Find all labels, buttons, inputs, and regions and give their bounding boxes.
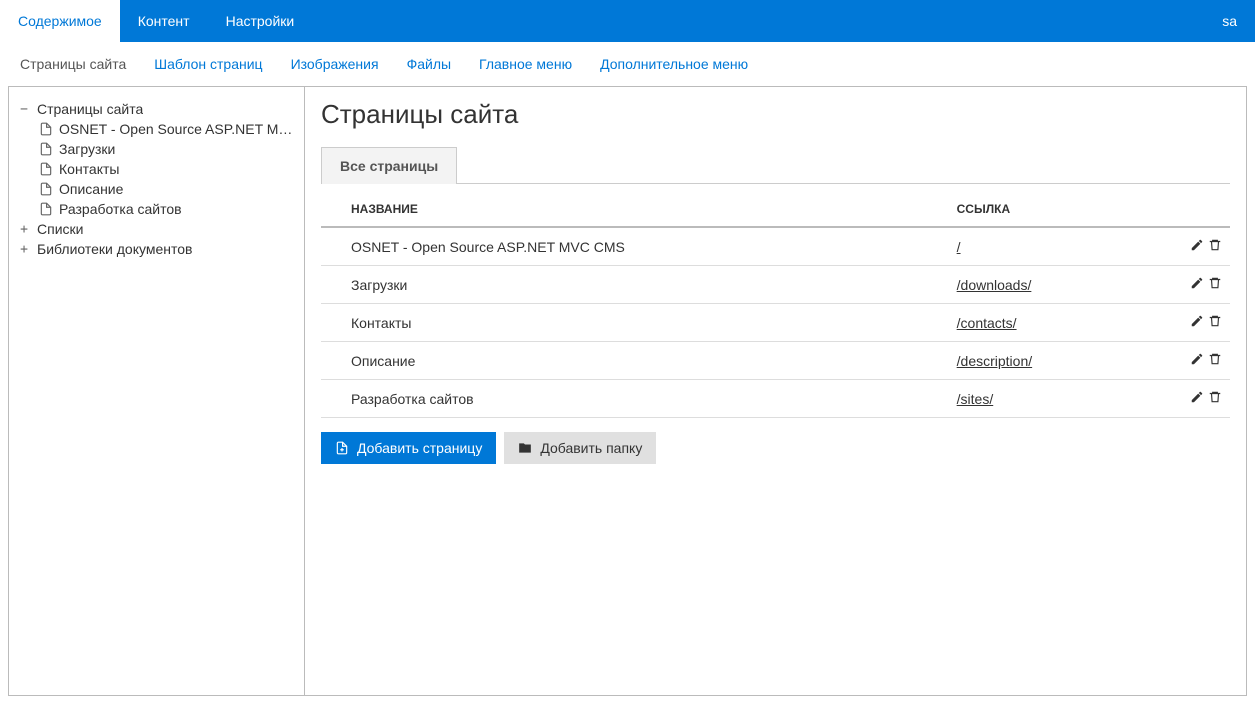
collapse-icon[interactable]: − — [17, 102, 31, 117]
topnav-tab-label: Контент — [138, 13, 190, 29]
sub-navbar: Страницы сайта Шаблон страниц Изображени… — [0, 42, 1255, 86]
table-row: Разработка сайтов/sites/ — [321, 380, 1230, 418]
delete-icon[interactable] — [1208, 238, 1222, 252]
edit-icon[interactable] — [1190, 352, 1204, 366]
subnav-item-images[interactable]: Изображения — [291, 56, 379, 72]
delete-icon[interactable] — [1208, 352, 1222, 366]
table-row: Загрузки/downloads/ — [321, 266, 1230, 304]
cell-actions — [1128, 304, 1230, 342]
delete-icon[interactable] — [1208, 314, 1222, 328]
button-label: Добавить папку — [540, 440, 642, 456]
column-header-name[interactable]: НАЗВАНИЕ — [321, 192, 951, 227]
tree-node-label: Страницы сайта — [37, 101, 143, 117]
sidebar-tree: − Страницы сайта OSNET - Open Source ASP… — [9, 87, 305, 695]
page-title: Страницы сайта — [321, 99, 1230, 130]
table-row: Описание/description/ — [321, 342, 1230, 380]
cell-link: /sites/ — [951, 380, 1129, 418]
cell-name: OSNET - Open Source ASP.NET MVC CMS — [321, 227, 951, 266]
subnav-item-pages[interactable]: Страницы сайта — [20, 56, 126, 72]
file-add-icon — [335, 441, 349, 455]
column-header-link[interactable]: ССЫЛКА — [951, 192, 1129, 227]
subnav-item-templates[interactable]: Шаблон страниц — [154, 56, 262, 72]
topnav-tab-label: Содержимое — [18, 13, 102, 29]
file-icon — [39, 142, 53, 156]
tree-node-label: Библиотеки документов — [37, 241, 192, 257]
folder-add-icon — [518, 441, 532, 455]
subnav-item-files[interactable]: Файлы — [407, 56, 451, 72]
page-link[interactable]: /description/ — [957, 353, 1032, 369]
topnav-tab-kontent[interactable]: Контент — [120, 0, 208, 42]
cell-name: Загрузки — [321, 266, 951, 304]
tree-node-label: Списки — [37, 221, 83, 237]
button-label: Добавить страницу — [357, 440, 482, 456]
table-row: Контакты/contacts/ — [321, 304, 1230, 342]
content-tabstrip: Все страницы — [321, 146, 1230, 184]
user-label: sa — [1222, 13, 1237, 29]
topnav-spacer — [312, 0, 1204, 42]
action-button-row: Добавить страницу Добавить папку — [321, 432, 1230, 464]
add-folder-button[interactable]: Добавить папку — [504, 432, 656, 464]
cell-link: / — [951, 227, 1129, 266]
cell-link: /contacts/ — [951, 304, 1129, 342]
cell-actions — [1128, 266, 1230, 304]
edit-icon[interactable] — [1190, 238, 1204, 252]
tree-node-pages[interactable]: − Страницы сайта — [17, 99, 296, 119]
expand-icon[interactable]: + — [17, 222, 31, 237]
page-link[interactable]: /contacts/ — [957, 315, 1017, 331]
tree-leaf[interactable]: OSNET - Open Source ASP.NET M… — [39, 119, 296, 139]
tree-leaf-label: Разработка сайтов — [59, 201, 182, 217]
page-link[interactable]: / — [957, 239, 961, 255]
cell-actions — [1128, 227, 1230, 266]
cell-link: /downloads/ — [951, 266, 1129, 304]
cell-link: /description/ — [951, 342, 1129, 380]
tree-children-pages: OSNET - Open Source ASP.NET M… Загрузки … — [17, 119, 296, 219]
workspace: − Страницы сайта OSNET - Open Source ASP… — [8, 86, 1247, 696]
cell-name: Контакты — [321, 304, 951, 342]
expand-icon[interactable]: + — [17, 242, 31, 257]
subnav-item-extramenu[interactable]: Дополнительное меню — [600, 56, 748, 72]
file-icon — [39, 202, 53, 216]
cell-actions — [1128, 380, 1230, 418]
edit-icon[interactable] — [1190, 390, 1204, 404]
tab-all-pages[interactable]: Все страницы — [321, 147, 457, 184]
tab-label: Все страницы — [340, 158, 438, 174]
subnav-item-mainmenu[interactable]: Главное меню — [479, 56, 572, 72]
cell-actions — [1128, 342, 1230, 380]
delete-icon[interactable] — [1208, 390, 1222, 404]
tree-leaf[interactable]: Контакты — [39, 159, 296, 179]
tree-leaf[interactable]: Загрузки — [39, 139, 296, 159]
tree-node-doclibs[interactable]: + Библиотеки документов — [17, 239, 296, 259]
add-page-button[interactable]: Добавить страницу — [321, 432, 496, 464]
cell-name: Описание — [321, 342, 951, 380]
page-link[interactable]: /downloads/ — [957, 277, 1032, 293]
cell-name: Разработка сайтов — [321, 380, 951, 418]
table-header-row: НАЗВАНИЕ ССЫЛКА — [321, 192, 1230, 227]
pages-table: НАЗВАНИЕ ССЫЛКА OSNET - Open Source ASP.… — [321, 192, 1230, 418]
column-header-actions — [1128, 192, 1230, 227]
tree-node-lists[interactable]: + Списки — [17, 219, 296, 239]
file-icon — [39, 182, 53, 196]
topnav-tab-label: Настройки — [226, 13, 295, 29]
topnav-tab-content[interactable]: Содержимое — [0, 0, 120, 42]
main-panel: Страницы сайта Все страницы НАЗВАНИЕ ССЫ… — [305, 87, 1246, 695]
delete-icon[interactable] — [1208, 276, 1222, 290]
page-link[interactable]: /sites/ — [957, 391, 994, 407]
tree-leaf-label: Загрузки — [59, 141, 115, 157]
user-menu[interactable]: sa — [1204, 0, 1255, 42]
tree-leaf-label: OSNET - Open Source ASP.NET M… — [59, 121, 292, 137]
top-navbar: Содержимое Контент Настройки sa — [0, 0, 1255, 42]
edit-icon[interactable] — [1190, 314, 1204, 328]
edit-icon[interactable] — [1190, 276, 1204, 290]
tree-leaf-label: Контакты — [59, 161, 119, 177]
file-icon — [39, 122, 53, 136]
topnav-tab-settings[interactable]: Настройки — [208, 0, 313, 42]
tree-leaf[interactable]: Разработка сайтов — [39, 199, 296, 219]
tree-leaf[interactable]: Описание — [39, 179, 296, 199]
table-row: OSNET - Open Source ASP.NET MVC CMS / — [321, 227, 1230, 266]
file-icon — [39, 162, 53, 176]
tree-leaf-label: Описание — [59, 181, 123, 197]
